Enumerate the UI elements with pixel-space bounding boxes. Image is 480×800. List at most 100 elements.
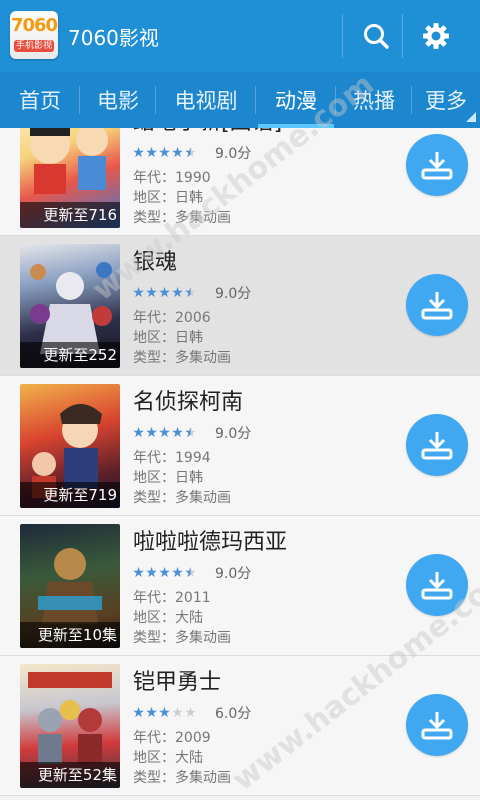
poster-image: 更新至52集 — [20, 664, 120, 788]
star-icon: ★ — [145, 285, 158, 301]
logo-text: 7060 — [10, 15, 58, 36]
rating: ★ ★ ★ ★ ★ 9.0分 — [132, 284, 251, 302]
list-item[interactable]: 更新至10集 啦啦啦德玛西亚 ★ ★ ★ ★ ★ 9.0分 年代：2011 地区：大陆 … — [0, 516, 480, 656]
rating: ★ ★ ★ ★ ★ 9.0分 — [132, 144, 251, 162]
rating: ★ ★ ★ ★ ★ 9.0分 — [132, 424, 251, 442]
star-rating: ★ ★ ★ ★ ★ — [132, 706, 197, 720]
tab-label: 动漫 — [275, 89, 317, 113]
score: 6.0分 — [215, 706, 252, 722]
year: 年代：2006 — [133, 310, 211, 326]
star-icon: ★ — [145, 145, 158, 161]
rating: ★ ★ ★ ★ ★ 6.0分 — [132, 704, 251, 722]
star-icon: ★ — [145, 705, 158, 721]
rating: ★ ★ ★ ★ ★ 9.0分 — [132, 564, 251, 582]
star-icon: ★ — [171, 565, 184, 581]
genre: 类型：多集动画 — [133, 630, 231, 646]
score: 9.0分 — [215, 286, 252, 302]
year: 年代：1990 — [133, 170, 211, 186]
star-rating: ★ ★ ★ ★ ★ — [132, 286, 197, 300]
region: 地区：大陆 — [133, 750, 203, 766]
score: 9.0分 — [215, 146, 252, 162]
star-rating: ★ ★ ★ ★ ★ — [132, 146, 197, 160]
star-icon: ★ — [132, 705, 145, 721]
tab-movies[interactable]: 电影 — [80, 72, 156, 128]
item-title: 银魂 — [133, 250, 178, 275]
star-empty-icon: ★ — [171, 705, 184, 721]
score: 9.0分 — [215, 566, 252, 582]
list-item[interactable]: 更新至252 银魂 ★ ★ ★ ★ ★ 9.0分 年代：2006 地区：日韩 类型：多集… — [0, 236, 480, 376]
tab-label: 首页 — [19, 89, 61, 113]
item-title: 啦啦啦德玛西亚 — [133, 530, 288, 555]
list-item[interactable]: 更新至52集 铠甲勇士 ★ ★ ★ ★ ★ 6.0分 年代：2009 地区：大陆 类型：… — [0, 656, 480, 796]
app-header: 7060 手机影视 7060影视 — [0, 0, 480, 72]
download-icon — [421, 432, 453, 460]
download-button[interactable] — [406, 554, 468, 616]
poster-image: 更新至716 — [20, 128, 120, 228]
star-icon: ★ — [158, 425, 171, 441]
star-rating: ★ ★ ★ ★ ★ — [132, 426, 197, 440]
star-icon: ★ — [132, 565, 145, 581]
more-indicator-icon — [466, 112, 476, 122]
episode-update-label: 更新至719 — [20, 482, 120, 508]
download-icon — [421, 712, 453, 740]
star-half-icon: ★ — [184, 425, 197, 441]
tab-label: 电视剧 — [174, 89, 238, 113]
region: 地区：大陆 — [133, 610, 203, 626]
star-icon: ★ — [158, 705, 171, 721]
search-button[interactable] — [351, 14, 401, 58]
download-button[interactable] — [406, 414, 468, 476]
settings-button[interactable] — [411, 14, 461, 58]
star-half-icon: ★ — [184, 565, 197, 581]
download-button[interactable] — [406, 694, 468, 756]
region: 地区：日韩 — [133, 330, 203, 346]
star-half-icon: ★ — [184, 285, 197, 301]
star-rating: ★ ★ ★ ★ ★ — [132, 566, 197, 580]
download-button[interactable] — [406, 134, 468, 196]
tab-label: 热播 — [353, 89, 395, 113]
genre: 类型：多集动画 — [133, 770, 231, 786]
region: 地区：日韩 — [133, 190, 203, 206]
download-button[interactable] — [406, 274, 468, 336]
download-icon — [421, 292, 453, 320]
genre: 类型：多集动画 — [133, 490, 231, 506]
download-icon — [421, 152, 453, 180]
genre: 类型：多集动画 — [133, 210, 231, 226]
download-icon — [421, 572, 453, 600]
item-title: 蜡笔小新[国语] — [133, 128, 282, 136]
app-title: 7060影视 — [68, 26, 159, 50]
header-divider — [402, 14, 403, 58]
logo-subtext: 手机影视 — [14, 40, 54, 52]
star-icon: ★ — [132, 145, 145, 161]
genre: 类型：多集动画 — [133, 350, 231, 366]
gear-icon — [423, 23, 449, 49]
header-divider — [342, 14, 343, 58]
score: 9.0分 — [215, 426, 252, 442]
episode-update-label: 更新至52集 — [20, 762, 120, 788]
star-icon: ★ — [145, 425, 158, 441]
tab-label: 电影 — [97, 89, 139, 113]
tab-home[interactable]: 首页 — [0, 72, 80, 128]
episode-update-label: 更新至10集 — [20, 622, 120, 648]
star-icon: ★ — [171, 145, 184, 161]
star-icon: ★ — [132, 285, 145, 301]
item-title: 名侦探柯南 — [133, 390, 244, 415]
star-icon: ★ — [132, 425, 145, 441]
list-item[interactable]: 更新至719 名侦探柯南 ★ ★ ★ ★ ★ 9.0分 年代：1994 地区：日韩 类型… — [0, 376, 480, 516]
app-logo: 7060 手机影视 — [10, 11, 58, 59]
category-tabs: 首页 电影 电视剧 动漫 热播 更多 — [0, 72, 480, 128]
tab-label: 更多 — [425, 89, 467, 113]
star-icon: ★ — [171, 425, 184, 441]
poster-image: 更新至252 — [20, 244, 120, 368]
year: 年代：2011 — [133, 590, 211, 606]
list-item[interactable]: 更新至716 蜡笔小新[国语] ★★★★★ 9.0分 年代：1990 地区：日韩… — [0, 128, 480, 236]
anime-list: 更新至716 蜡笔小新[国语] ★★★★★ 9.0分 年代：1990 地区：日韩… — [0, 128, 480, 800]
tab-anime[interactable]: 动漫 — [256, 72, 336, 128]
star-icon: ★ — [158, 145, 171, 161]
tab-tv[interactable]: 电视剧 — [156, 72, 256, 128]
search-icon — [364, 24, 389, 49]
poster-image: 更新至719 — [20, 384, 120, 508]
tab-more[interactable]: 更多 — [412, 72, 480, 128]
star-icon: ★ — [145, 565, 158, 581]
star-half-icon: ★ — [184, 145, 197, 161]
tab-hot[interactable]: 热播 — [336, 72, 412, 128]
